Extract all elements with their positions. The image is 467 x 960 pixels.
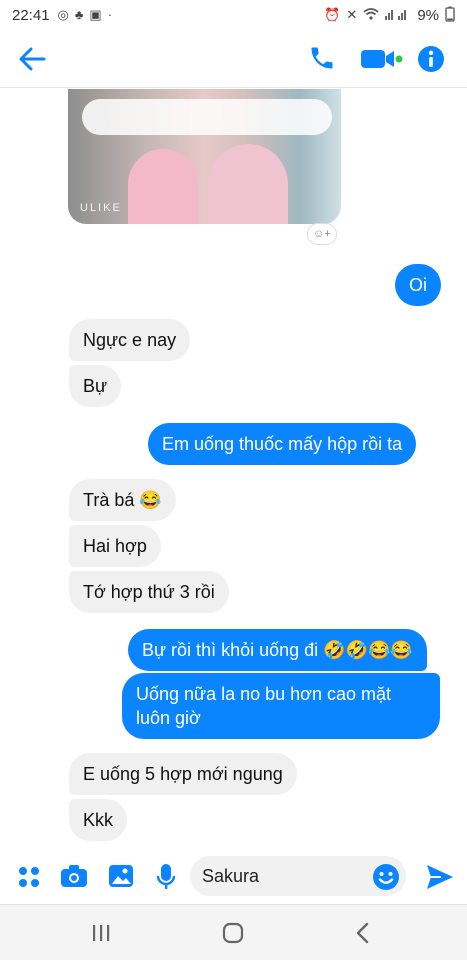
status-time: 22:41 [12, 6, 50, 24]
message-bubble-incoming[interactable]: Ngực e nay [69, 319, 191, 361]
back-nav-icon[interactable] [355, 922, 369, 949]
status-bar: 22:41 ◎ ♣ ▣ · ⏰ ✕ 9% [0, 0, 467, 30]
message-bubble-incoming[interactable]: Kkk [69, 799, 128, 841]
battery-icon [445, 6, 455, 25]
photo-watermark: ULIKE [80, 202, 122, 214]
send-icon[interactable] [426, 864, 454, 895]
photo-figure [208, 144, 288, 224]
alarm-icon: ⏰ [324, 7, 341, 22]
phone-icon[interactable] [308, 44, 336, 77]
wifi-icon [363, 7, 379, 23]
signal-icon [385, 8, 411, 23]
message-input-value: Sakura [202, 866, 260, 886]
redaction-blur [82, 99, 332, 135]
apps-icon[interactable] [18, 866, 40, 893]
add-reaction-button[interactable]: ☺+ [307, 223, 337, 245]
home-icon[interactable] [222, 922, 244, 949]
photo-figure [128, 149, 198, 224]
gallery-icon[interactable] [108, 864, 134, 893]
mute-icon: ✕ [346, 7, 358, 22]
message-bubble-incoming[interactable]: Hai hợp [69, 525, 161, 567]
status-notification-icons: ◎ ♣ ▣ · [58, 7, 113, 23]
message-bubble-incoming[interactable]: Trà bá 😂 [69, 479, 176, 521]
info-icon[interactable] [417, 45, 445, 78]
message-bubble-incoming[interactable]: Bự [69, 365, 122, 407]
message-bubble-outgoing[interactable]: Bự rồi thì khỏi uống đi 🤣🤣😂😂 [128, 629, 427, 671]
dot-icon: · [107, 7, 113, 22]
arrow-left-icon[interactable] [18, 46, 46, 72]
square-notification-icon: ▣ [89, 7, 102, 22]
messenger-notification-icon: ◎ [57, 7, 69, 22]
microphone-icon[interactable] [156, 863, 176, 896]
message-list: ULIKE ☺+ Oi Ngực e nay Bự Em uống thuốc … [0, 89, 467, 849]
camera-icon[interactable] [60, 864, 88, 893]
shared-photo[interactable]: ULIKE [68, 89, 341, 224]
conversation-header [0, 30, 467, 88]
message-bubble-outgoing[interactable]: Oi [395, 264, 441, 306]
recent-apps-icon[interactable] [92, 924, 110, 947]
system-navigation-bar [0, 904, 467, 960]
message-composer: Sakura [0, 850, 467, 904]
message-bubble-incoming[interactable]: E uống 5 hợp mới ngung [69, 753, 297, 795]
video-camera-icon[interactable] [361, 48, 403, 75]
message-bubble-outgoing[interactable]: Em uống thuốc mấy hộp rồi ta [148, 423, 417, 465]
battery-level: 9% [417, 6, 439, 24]
message-bubble-incoming[interactable]: Tớ hợp thứ 3 rồi [69, 571, 229, 613]
emoji-icon[interactable] [372, 863, 400, 896]
bell-notification-icon: ♣ [74, 7, 84, 22]
message-bubble-outgoing[interactable]: Uống nữa la no bu hơn cao mặt luôn giờ [122, 673, 440, 739]
smiley-plus-icon: ☺+ [313, 228, 331, 240]
status-system-icons: ⏰ ✕ 9% [324, 6, 455, 25]
